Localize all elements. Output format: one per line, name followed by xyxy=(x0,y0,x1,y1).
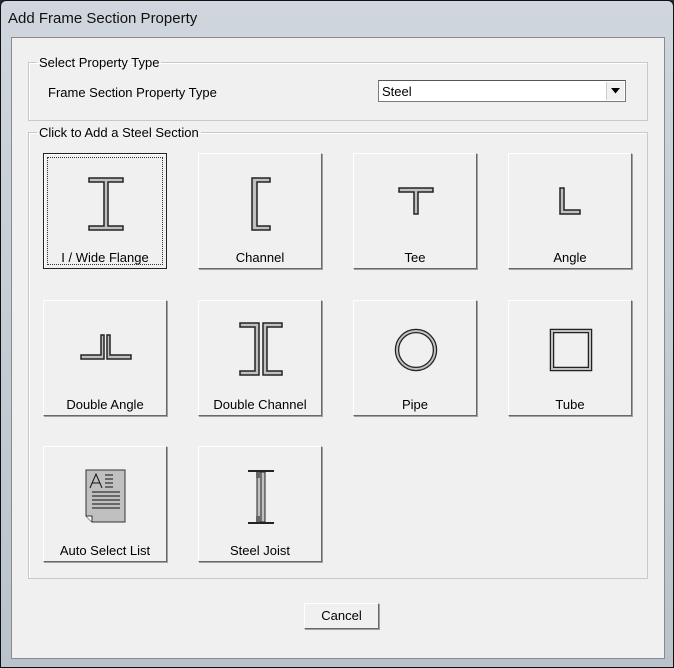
double-channel-icon xyxy=(239,322,283,376)
steel-joist-icon xyxy=(248,470,274,524)
steel-joist-button[interactable]: Steel Joist xyxy=(198,446,322,562)
document-list-icon xyxy=(85,469,126,523)
pipe-icon xyxy=(394,328,438,372)
dropdown-arrow-button[interactable] xyxy=(606,82,624,100)
property-type-label: Frame Section Property Type xyxy=(48,85,217,100)
window-title: Add Frame Section Property xyxy=(8,10,198,27)
tee-button[interactable]: Tee xyxy=(353,153,477,269)
tube-button[interactable]: Tube xyxy=(508,300,632,416)
channel-icon xyxy=(251,177,271,231)
dialog-body: Select Property Type Frame Section Prope… xyxy=(11,37,665,659)
dropdown-value: Steel xyxy=(382,84,412,99)
double-channel-button[interactable]: Double Channel xyxy=(198,300,322,416)
channel-button[interactable]: Channel xyxy=(198,153,322,269)
group-legend: Select Property Type xyxy=(39,55,160,70)
tube-icon xyxy=(549,328,593,372)
double-angle-icon xyxy=(80,334,132,360)
property-type-dropdown[interactable]: Steel xyxy=(378,80,626,102)
pipe-button[interactable]: Pipe xyxy=(353,300,477,416)
auto-select-list-button[interactable]: Auto Select List xyxy=(43,446,167,562)
angle-button[interactable]: Angle xyxy=(508,153,632,269)
chevron-down-icon xyxy=(611,88,620,94)
group-legend: Click to Add a Steel Section xyxy=(39,125,199,140)
tee-icon xyxy=(398,187,434,215)
angle-icon xyxy=(559,187,581,215)
i-wide-flange-button[interactable]: I / Wide Flange xyxy=(43,153,167,269)
cancel-button[interactable]: Cancel xyxy=(304,603,379,629)
i-beam-icon xyxy=(88,177,124,231)
double-angle-button[interactable]: Double Angle xyxy=(43,300,167,416)
dialog-window: Add Frame Section Property Select Proper… xyxy=(0,0,674,668)
